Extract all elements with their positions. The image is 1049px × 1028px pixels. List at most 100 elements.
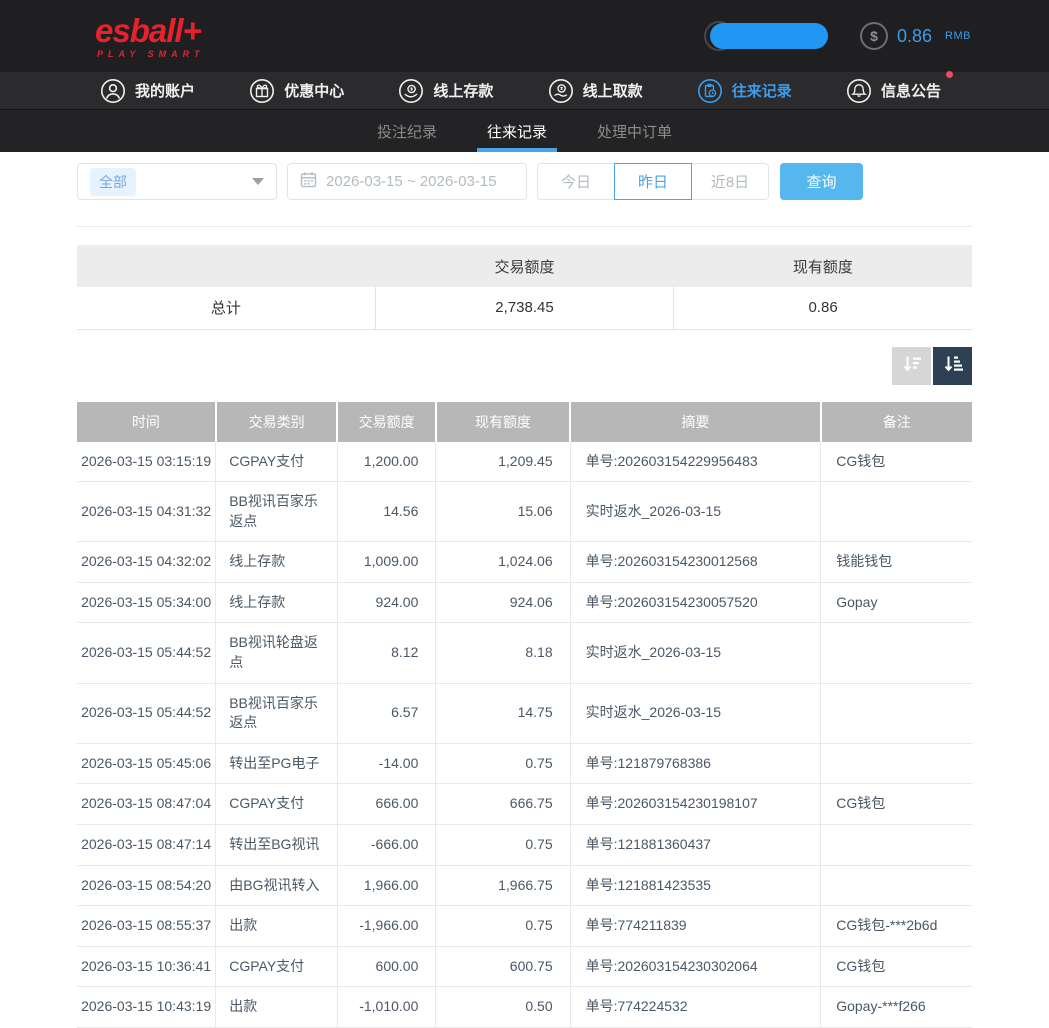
- cell-type: 转出至BG视讯: [216, 825, 338, 866]
- cell-amount: 666.00: [337, 784, 435, 825]
- nav-item-withdraw[interactable]: 线上取款: [548, 78, 643, 104]
- cell-type: BB视讯轮盘返点: [216, 623, 338, 683]
- cell-time: 2026-03-15 08:47:14: [77, 825, 216, 866]
- cell-balance: 0.75: [436, 825, 570, 866]
- table-row: 2026-03-15 05:45:06 转出至PG电子 -14.00 0.75 …: [77, 743, 972, 784]
- last-8-days-button[interactable]: 近8日: [691, 163, 769, 200]
- yesterday-button[interactable]: 昨日: [614, 163, 692, 200]
- cell-note: [821, 683, 972, 743]
- chevron-down-icon: [252, 178, 264, 185]
- nav-label: 线上取款: [583, 80, 643, 101]
- cell-balance: 600.75: [436, 946, 570, 987]
- cell-summary: 单号:774224532: [570, 987, 821, 1028]
- cell-note: CG钱包-***2b6d: [821, 906, 972, 947]
- cell-balance: 1,024.06: [436, 542, 570, 583]
- cell-note: [821, 482, 972, 542]
- date-range-input[interactable]: 2026-03-15 ~ 2026-03-15: [287, 163, 527, 200]
- notification-dot: [946, 71, 953, 78]
- tab-transaction-records[interactable]: 往来记录: [485, 110, 549, 152]
- table-row: 2026-03-15 04:31:32 BB视讯百家乐返点 14.56 15.0…: [77, 482, 972, 542]
- cell-amount: -1,966.00: [337, 906, 435, 947]
- summary-transaction-total: 2,738.45: [375, 287, 673, 329]
- nav-item-announcements[interactable]: 信息公告: [846, 78, 941, 104]
- cell-time: 2026-03-15 05:34:00: [77, 582, 216, 623]
- sort-descending-button[interactable]: [892, 347, 931, 385]
- summary-balance-total: 0.86: [674, 287, 972, 329]
- tab-pending-orders[interactable]: 处理中订单: [595, 110, 674, 152]
- top-bar: esball+ PLAY SMART $ 0.86RMB: [0, 0, 1049, 72]
- selected-type-chip: 全部: [90, 168, 136, 196]
- cell-summary: 单号:202603154230302064: [570, 946, 821, 987]
- username-area: [710, 23, 828, 49]
- cell-note: Gopay: [821, 582, 972, 623]
- filter-bar: 全部 2026-03-15 ~ 2026-03-15 今日 昨日 近8日 查询: [77, 163, 972, 227]
- search-button[interactable]: 查询: [780, 163, 863, 200]
- bell-icon: [846, 78, 872, 104]
- content-area: 全部 2026-03-15 ~ 2026-03-15 今日 昨日 近8日 查询 …: [77, 163, 972, 1028]
- cell-time: 2026-03-15 05:45:06: [77, 743, 216, 784]
- cell-amount: 1,966.00: [337, 865, 435, 906]
- cell-note: [821, 743, 972, 784]
- summary-header-transaction: 交易额度: [375, 245, 673, 287]
- balance-display[interactable]: $ 0.86RMB: [860, 22, 971, 50]
- user-icon: [100, 78, 126, 104]
- cell-amount: -666.00: [337, 825, 435, 866]
- nav-item-transaction-records[interactable]: 往来记录: [697, 78, 792, 104]
- withdraw-icon: [548, 78, 574, 104]
- balance-amount: 0.86: [897, 26, 932, 47]
- summary-header-empty: [77, 245, 375, 287]
- cell-time: 2026-03-15 10:43:19: [77, 987, 216, 1028]
- cell-amount: -1,010.00: [337, 987, 435, 1028]
- cell-type: 出款: [216, 906, 338, 947]
- cell-summary: 单号:202603154230198107: [570, 784, 821, 825]
- sort-ascending-button[interactable]: [933, 347, 972, 385]
- gift-icon: [249, 78, 275, 104]
- quick-date-button-group: 今日 昨日 近8日: [537, 163, 769, 200]
- cell-summary: 单号:202603154230012568: [570, 542, 821, 583]
- username-pill[interactable]: [710, 23, 828, 49]
- table-row: 2026-03-15 05:44:52 BB视讯轮盘返点 8.12 8.18 实…: [77, 623, 972, 683]
- nav-label: 往来记录: [732, 80, 792, 101]
- summary-header-balance: 现有额度: [674, 245, 972, 287]
- balance-currency: RMB: [945, 30, 971, 42]
- cell-type: BB视讯百家乐返点: [216, 482, 338, 542]
- cell-note: Gopay-***f266: [821, 987, 972, 1028]
- cell-time: 2026-03-15 03:15:19: [77, 442, 216, 482]
- sub-nav: 投注纪录 往来记录 处理中订单: [0, 110, 1049, 152]
- cell-type: 线上存款: [216, 542, 338, 583]
- cell-amount: 1,200.00: [337, 442, 435, 482]
- cell-type: 转出至PG电子: [216, 743, 338, 784]
- table-row: 2026-03-15 03:15:19 CGPAY支付 1,200.00 1,2…: [77, 442, 972, 482]
- transaction-type-select[interactable]: 全部: [77, 163, 277, 200]
- nav-item-promotions[interactable]: 优惠中心: [249, 78, 344, 104]
- cell-balance: 0.75: [436, 743, 570, 784]
- tab-betting-records[interactable]: 投注纪录: [375, 110, 439, 152]
- col-header-summary: 摘要: [570, 402, 821, 442]
- cell-amount: 8.12: [337, 623, 435, 683]
- today-button[interactable]: 今日: [537, 163, 615, 200]
- cell-note: [821, 825, 972, 866]
- sort-controls: [77, 347, 972, 385]
- nav-label: 信息公告: [881, 80, 941, 101]
- cell-note: CG钱包: [821, 946, 972, 987]
- cell-summary: 单号:202603154229956483: [570, 442, 821, 482]
- cell-amount: 14.56: [337, 482, 435, 542]
- table-row: 2026-03-15 08:55:37 出款 -1,966.00 0.75 单号…: [77, 906, 972, 947]
- cell-balance: 1,209.45: [436, 442, 570, 482]
- cell-balance: 924.06: [436, 582, 570, 623]
- nav-item-deposit[interactable]: 线上存款: [398, 78, 493, 104]
- esball-logo[interactable]: esball+ PLAY SMART: [95, 14, 205, 59]
- cell-amount: 924.00: [337, 582, 435, 623]
- nav-item-my-account[interactable]: 我的账户: [100, 78, 195, 104]
- summary-table: 交易额度 现有额度 总计 2,738.45 0.86: [77, 245, 972, 330]
- cell-type: 出款: [216, 987, 338, 1028]
- nav-label: 优惠中心: [284, 80, 344, 101]
- table-row: 2026-03-15 08:47:04 CGPAY支付 666.00 666.7…: [77, 784, 972, 825]
- logo-text: esball+: [95, 14, 205, 47]
- main-nav: 我的账户 优惠中心 线上存款 线上取款 往来记录 信息公告: [0, 72, 1049, 110]
- cell-note: [821, 865, 972, 906]
- cell-balance: 0.50: [436, 987, 570, 1028]
- cell-type: CGPAY支付: [216, 946, 338, 987]
- table-row: 2026-03-15 05:34:00 线上存款 924.00 924.06 单…: [77, 582, 972, 623]
- table-row: 2026-03-15 10:36:41 CGPAY支付 600.00 600.7…: [77, 946, 972, 987]
